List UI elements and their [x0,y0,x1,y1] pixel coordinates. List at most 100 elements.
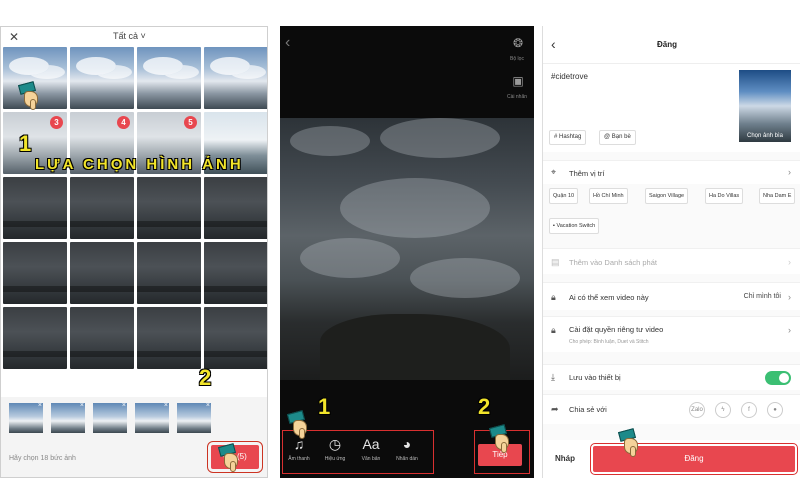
selected-thumbnails: × × × × × [9,402,211,433]
chevron-right-icon: › [788,325,791,335]
pointing-hand-icon [217,443,241,472]
selection-badge: 3 [50,116,63,129]
selected-thumbnail[interactable]: × [177,402,211,433]
gallery-header: ✕ Tất cả ˅ [1,27,267,47]
location-chip[interactable]: Ha Do Villas [705,188,744,204]
vacation-tag-chip[interactable]: ▪ Vacation Switch [549,218,600,234]
close-icon[interactable]: ✕ [9,30,19,44]
album-selector[interactable]: Tất cả ˅ [113,31,146,41]
photo-thumbnail[interactable] [70,47,134,109]
selection-hint: Hãy chọn 18 bức ảnh [9,455,76,462]
photo-thumbnail[interactable] [137,307,201,369]
add-to-playlist-row[interactable]: ▤ Thêm vào Danh sách phát › [543,248,800,274]
selected-thumbnail[interactable]: × [93,402,127,433]
tool-text[interactable]: Aa Văn bản [356,436,386,462]
hashtag-chip[interactable]: # Hashtag [549,130,587,145]
zalo-icon[interactable]: Zalo [689,402,705,418]
music-icon: ♫ [293,436,305,452]
privacy-sub: Cho phép: Bình luận, Duet và Stitch [569,339,649,345]
photo-thumbnail[interactable] [70,242,134,304]
back-icon[interactable]: ‹ [285,34,290,52]
location-chip[interactable]: Quận 10 [549,188,579,204]
tag-label: Vacation Switch [556,223,596,229]
filter-icon[interactable]: ❂ [506,36,530,50]
who-can-view-label: Ai có thể xem video này [569,293,649,302]
message-icon[interactable]: ● [767,402,783,418]
back-icon[interactable]: ‹ [551,36,556,52]
photo-thumbnail[interactable] [204,242,267,304]
share-label: Chia sẻ với [569,405,607,414]
video-preview [280,118,534,380]
video-editor-screen: ‹ ❂ Bộ lọc ▣ Cài nhãn ♫ Âm thanh ◷ Hiệu … [280,26,534,478]
photo-thumbnail[interactable] [3,307,67,369]
location-chip[interactable]: Saigon Village [645,188,689,204]
pointing-hand-icon [17,81,41,110]
caption-area: #cidetrove Chọn ảnh bìa # Hashtag @ Bạn … [543,64,800,152]
tutorial-screenshot: ✕ Tất cả ˅ 3 4 5 1 LỰA CHỌN HÌNH ẢNH 2 ×… [0,0,800,500]
image-icon[interactable]: ▣ [506,74,530,88]
remove-icon[interactable]: × [80,402,84,409]
photo-thumbnail[interactable] [3,177,67,239]
post-screen: ‹ Đăng #cidetrove Chọn ảnh bìa # Hashtag… [542,26,800,478]
pointing-hand-icon [617,428,641,457]
chevron-right-icon: › [788,292,791,302]
photo-thumbnail[interactable] [204,47,267,109]
selected-tray: × × × × × Hãy chọn 18 bức ảnh OK (5) [1,397,267,477]
selection-badge: 4 [117,116,130,129]
lock-icon: 🔒︎ [551,292,556,302]
photo-thumbnail[interactable] [137,47,201,109]
remove-icon[interactable]: × [122,402,126,409]
mention-chip[interactable]: @ Bạn bè [599,130,636,145]
pointing-hand-icon [488,424,512,453]
remove-icon[interactable]: × [38,402,42,409]
tool-label: Âm thanh [288,456,310,462]
tool-label: Hiệu ứng [324,456,346,462]
remove-icon[interactable]: × [164,402,168,409]
facebook-icon[interactable]: f [741,402,757,418]
photo-thumbnail[interactable] [70,177,134,239]
filter-label: Bộ lọc [510,56,524,62]
step-caption: LỰA CHỌN HÌNH ẢNH [35,156,244,173]
share-icon: ➦ [551,404,559,414]
tool-effects[interactable]: ◷ Hiệu ứng [320,436,350,462]
photo-thumbnail[interactable] [204,177,267,239]
selected-thumbnail[interactable]: × [135,402,169,433]
photo-grid: 3 4 5 [3,47,267,369]
playlist-label: Thêm vào Danh sách phát [569,258,657,267]
selected-thumbnail[interactable]: × [51,402,85,433]
add-location-label: Thêm vị trí [569,169,605,178]
sticker-icon: ◕ [402,436,412,452]
cover-label: Chọn ảnh bìa [746,133,784,139]
post-header: ‹ Đăng [543,26,800,64]
draft-button[interactable]: Nháp [555,454,575,463]
photo-thumbnail[interactable] [137,242,201,304]
add-location-row[interactable]: ⌖ Thêm vị trí › [543,160,800,184]
tool-sound[interactable]: ♫ Âm thanh [284,436,314,462]
photo-thumbnail[interactable] [70,307,134,369]
location-chip[interactable]: Nha Dam E [759,188,796,204]
selected-thumbnail[interactable]: × [9,402,43,433]
photo-thumbnail[interactable] [137,177,201,239]
photo-thumbnail[interactable] [204,307,267,369]
tag-suggestions: ▪ Vacation Switch [543,218,800,240]
location-chip[interactable]: Hồ Chí Minh [589,188,628,204]
photo-thumbnail[interactable] [3,242,67,304]
caption-input[interactable]: #cidetrove [551,72,588,81]
remove-icon[interactable]: × [206,402,210,409]
cover-picker[interactable]: Chọn ảnh bìa [739,70,791,142]
location-pin-icon: ⌖ [551,167,557,177]
album-title: Tất cả [113,31,139,41]
post-actions: Nháp Đăng [543,428,800,478]
tool-sticker[interactable]: ◕ Nhãn dán [392,436,422,462]
save-device-toggle[interactable] [765,371,791,385]
privacy-label: Cài đặt quyền riêng tư video [569,325,664,334]
save-to-device-row: ⤓ Lưu vào thiết bị [543,364,800,390]
pointing-hand-icon [286,410,310,439]
privacy-settings-row[interactable]: 🔒︎ Cài đặt quyền riêng tư video Cho phép… [543,316,800,352]
lock-icon: 🔒︎ [551,325,556,335]
step-number: 2 [199,365,212,390]
who-can-view-row[interactable]: 🔒︎ Ai có thể xem video này Chỉ mình tôi … [543,282,800,310]
save-device-label: Lưu vào thiết bị [569,373,621,382]
messenger-icon[interactable]: ϟ [715,402,731,418]
image-label: Cài nhãn [506,94,527,100]
